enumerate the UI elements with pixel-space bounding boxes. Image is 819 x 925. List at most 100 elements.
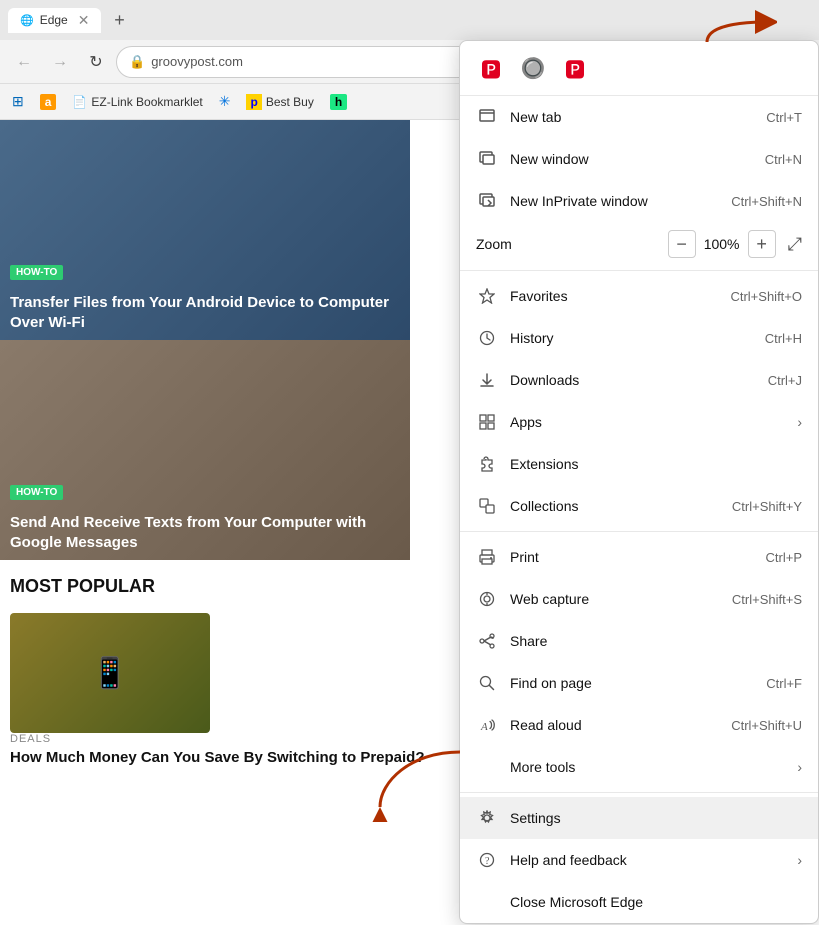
extensions-icon	[476, 453, 498, 475]
menu-collections[interactable]: Collections Ctrl+Shift+Y	[460, 485, 818, 527]
close-edge-label: Close Microsoft Edge	[510, 894, 802, 910]
zoom-plus-button[interactable]: +	[748, 230, 776, 258]
menu-read-aloud[interactable]: A Read aloud Ctrl+Shift+U	[460, 704, 818, 746]
help-feedback-label: Help and feedback	[510, 852, 797, 868]
url-text: groovypost.com	[151, 54, 243, 69]
article-card-2: HOW-TO Send And Receive Texts from Your …	[0, 340, 410, 560]
find-shortcut: Ctrl+F	[766, 676, 802, 691]
bookmark-ezlink-label: EZ-Link Bookmarklet	[91, 95, 202, 109]
article-title-2: Send And Receive Texts from Your Compute…	[10, 513, 400, 552]
menu-apps[interactable]: Apps ›	[460, 401, 818, 443]
active-tab[interactable]: 🌐 Edge ✕	[8, 8, 101, 33]
context-menu: 🅿 🔘 🅿 New tab Ctrl+T New window Ctrl+N N…	[459, 40, 819, 924]
settings-label: Settings	[510, 810, 802, 826]
find-icon	[476, 672, 498, 694]
help-icon: ?	[476, 849, 498, 871]
svg-text:?: ?	[485, 856, 490, 867]
new-tab-label: New tab	[510, 109, 758, 125]
new-tab-button[interactable]: +	[105, 6, 133, 34]
favorites-label: Favorites	[510, 288, 722, 304]
favorites-icon	[476, 285, 498, 307]
back-button[interactable]: ←	[8, 46, 40, 78]
menu-more-tools[interactable]: More tools ›	[460, 746, 818, 788]
menu-top-icons: 🅿 🔘 🅿	[460, 41, 818, 96]
extensions-label: Extensions	[510, 456, 802, 472]
share-icon	[476, 630, 498, 652]
bestbuy-icon: p	[246, 94, 261, 110]
downloads-shortcut: Ctrl+J	[768, 373, 802, 388]
pocket-menu-icon[interactable]: 🅿	[474, 51, 508, 85]
inprivate-icon	[476, 190, 498, 212]
more-tools-icon	[476, 756, 498, 778]
menu-share[interactable]: Share	[460, 620, 818, 662]
collections-shortcut: Ctrl+Shift+Y	[732, 499, 802, 514]
menu-settings[interactable]: Settings	[460, 797, 818, 839]
menu-favorites[interactable]: Favorites Ctrl+Shift+O	[460, 275, 818, 317]
share-label: Share	[510, 633, 802, 649]
zoom-expand-button[interactable]: ⤢	[788, 234, 802, 255]
web-capture-label: Web capture	[510, 591, 724, 607]
forward-button[interactable]: →	[44, 46, 76, 78]
web-capture-icon	[476, 588, 498, 610]
bookmark-bestbuy-label: Best Buy	[266, 95, 314, 109]
menu-close-edge[interactable]: Close Microsoft Edge	[460, 881, 818, 923]
new-window-shortcut: Ctrl+N	[765, 152, 802, 167]
menu-zoom-row: Zoom − 100% + ⤢	[460, 222, 818, 266]
collections-label: Collections	[510, 498, 724, 514]
menu-print[interactable]: Print Ctrl+P	[460, 536, 818, 578]
article-title-1: Transfer Files from Your Android Device …	[10, 293, 400, 332]
refresh-button[interactable]: ↻	[80, 46, 112, 78]
menu-extensions[interactable]: Extensions	[460, 443, 818, 485]
history-shortcut: Ctrl+H	[765, 331, 802, 346]
menu-help-feedback[interactable]: ? Help and feedback ›	[460, 839, 818, 881]
amazon-icon: a	[40, 94, 57, 110]
menu-new-tab[interactable]: New tab Ctrl+T	[460, 96, 818, 138]
divider-2	[460, 531, 818, 532]
svg-text:A: A	[480, 721, 488, 733]
bookmark-amazon[interactable]: a	[36, 92, 61, 112]
tab-bar: 🌐 Edge ✕ +	[0, 0, 819, 40]
lock-icon: 🔒	[129, 54, 145, 70]
favorites-shortcut: Ctrl+Shift+O	[730, 289, 802, 304]
downloads-icon	[476, 369, 498, 391]
collections-icon	[476, 495, 498, 517]
bookmark-windows[interactable]: ⊞	[8, 91, 28, 112]
zoom-controls: − 100% + ⤢	[668, 230, 802, 258]
walmart-icon: ✳	[219, 93, 231, 110]
print-shortcut: Ctrl+P	[766, 550, 802, 565]
downloads-label: Downloads	[510, 372, 760, 388]
menu-downloads[interactable]: Downloads Ctrl+J	[460, 359, 818, 401]
tab-label: Edge	[40, 13, 68, 27]
deals-image: 📱	[10, 613, 210, 733]
close-edge-icon	[476, 891, 498, 913]
read-aloud-label: Read aloud	[510, 717, 723, 733]
new-tab-shortcut: Ctrl+T	[766, 110, 802, 125]
menu-find-on-page[interactable]: Find on page Ctrl+F	[460, 662, 818, 704]
print-icon	[476, 546, 498, 568]
menu-inprivate[interactable]: New InPrivate window Ctrl+Shift+N	[460, 180, 818, 222]
menu-history[interactable]: History Ctrl+H	[460, 317, 818, 359]
divider-1	[460, 270, 818, 271]
print-label: Print	[510, 549, 758, 565]
article-card-1: HOW-TO Transfer Files from Your Android …	[0, 120, 410, 340]
bookmark-bestbuy[interactable]: p Best Buy	[242, 92, 317, 112]
menu-new-window[interactable]: New window Ctrl+N	[460, 138, 818, 180]
bookmark-walmart[interactable]: ✳	[215, 91, 235, 112]
hulu-icon: h	[330, 94, 347, 110]
apps-icon	[476, 411, 498, 433]
zoom-value: 100%	[704, 236, 740, 252]
bookmark-ezlink[interactable]: 📄 EZ-Link Bookmarklet	[68, 93, 206, 111]
zoom-minus-button[interactable]: −	[668, 230, 696, 258]
new-window-icon	[476, 148, 498, 170]
apps-arrow-icon: ›	[797, 414, 802, 430]
shield-menu-icon[interactable]: 🔘	[516, 51, 550, 85]
more-tools-label: More tools	[510, 759, 797, 775]
find-label: Find on page	[510, 675, 758, 691]
new-window-label: New window	[510, 151, 757, 167]
apps-label: Apps	[510, 414, 797, 430]
divider-3	[460, 792, 818, 793]
read-aloud-icon: A	[476, 714, 498, 736]
pocket2-menu-icon[interactable]: 🅿	[558, 51, 592, 85]
bookmark-hulu[interactable]: h	[326, 92, 351, 112]
menu-web-capture[interactable]: Web capture Ctrl+Shift+S	[460, 578, 818, 620]
